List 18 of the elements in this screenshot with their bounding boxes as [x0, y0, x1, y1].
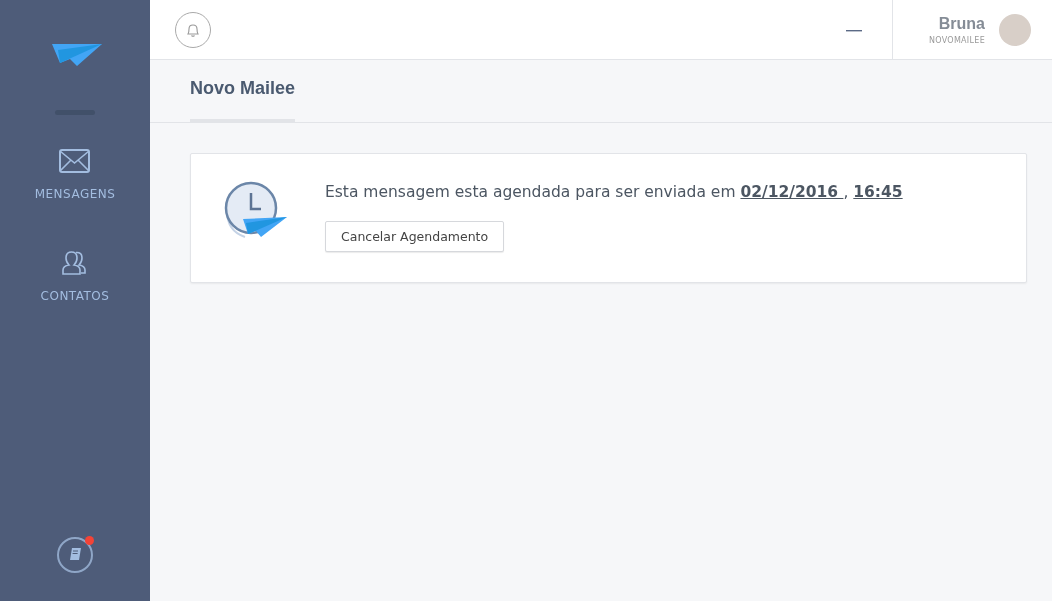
- cancel-schedule-button[interactable]: Cancelar Agendamento: [325, 221, 505, 252]
- book-icon: [69, 548, 81, 562]
- paper-plane-logo[interactable]: [51, 44, 102, 68]
- people-icon: [61, 251, 89, 275]
- schedule-message: Esta mensagem esta agendada para ser enviada em 02/12/2016 , 16:45: [325, 183, 903, 201]
- nav-item[interactable]: CONTATOS: [40, 251, 110, 303]
- user-name: Bruna: [938, 14, 985, 33]
- nav-item[interactable]: MENSAGENS: [34, 149, 116, 201]
- avatar[interactable]: [999, 13, 1031, 46]
- help-button[interactable]: [57, 537, 93, 573]
- time-link[interactable]: 16:45: [853, 183, 903, 201]
- envelope-icon: [59, 149, 91, 173]
- bell-icon: [185, 21, 201, 38]
- bell-button[interactable]: [175, 11, 211, 48]
- account-name: NOVOMAILEE: [928, 35, 985, 45]
- minimize-icon[interactable]: [845, 29, 862, 32]
- date-link[interactable]: 02/12/2016: [740, 183, 844, 201]
- page-tab[interactable]: Novo Mailee: [190, 78, 296, 122]
